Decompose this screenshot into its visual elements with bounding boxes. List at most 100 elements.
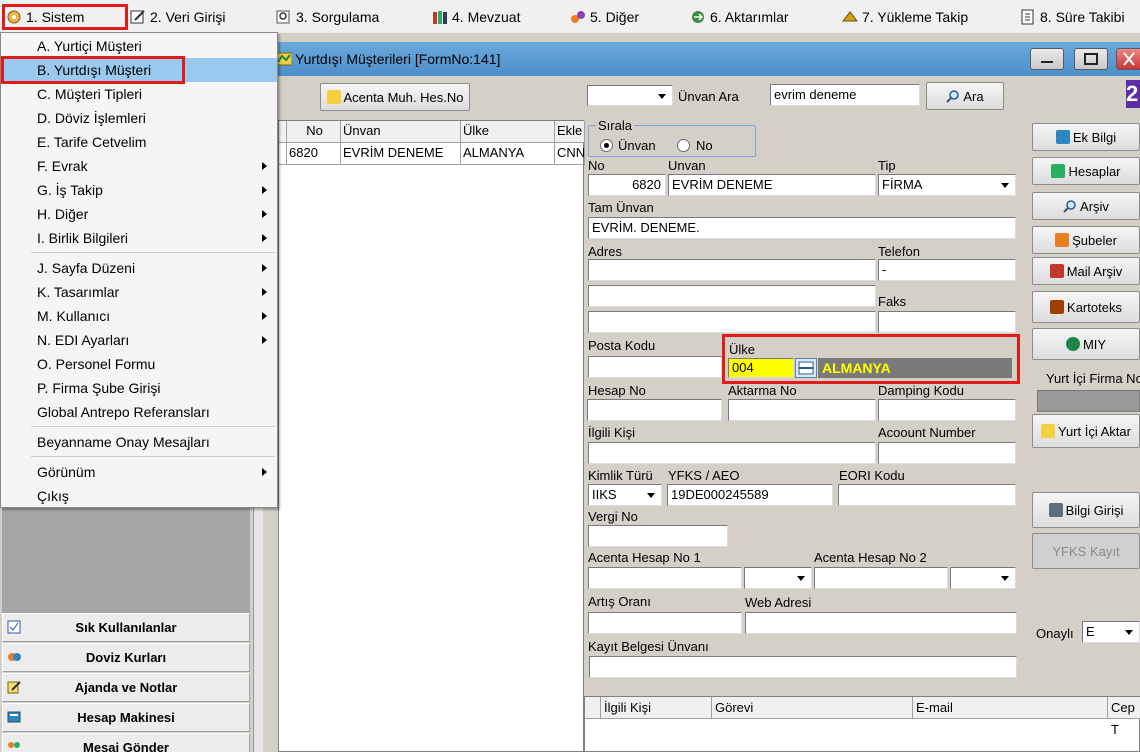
sort-unvan-radio[interactable] xyxy=(600,139,613,152)
grid-header-ekle[interactable]: Ekle xyxy=(555,121,585,143)
acenta-hesap-no-1-field[interactable] xyxy=(588,567,742,589)
telefon-field[interactable]: - xyxy=(878,259,1016,281)
menu-item-evrak[interactable]: F. Evrak xyxy=(1,154,277,178)
table-row-ulke[interactable]: ALMANYA xyxy=(461,143,555,165)
menu-sorgulama[interactable]: 3. Sorgulama xyxy=(276,5,379,29)
adres-field-3[interactable] xyxy=(588,311,876,333)
grid-header-no[interactable]: No xyxy=(287,121,341,143)
posta-kodu-field[interactable] xyxy=(588,356,722,378)
minimize-button[interactable] xyxy=(1030,48,1064,70)
hesap-no-field[interactable] xyxy=(587,399,722,421)
account-number-field[interactable] xyxy=(878,442,1016,464)
tam-unvan-field[interactable]: EVRİM. DENEME. xyxy=(588,217,1016,239)
tip-select[interactable]: FİRMA xyxy=(878,174,1016,196)
acenta-hesap-no-2-field[interactable] xyxy=(814,567,948,589)
menu-item-cikis[interactable]: Çıkış xyxy=(1,484,277,508)
table-row-unvan[interactable]: EVRİM DENEME xyxy=(341,143,461,165)
yfks-kayit-button[interactable]: YFKS Kayıt xyxy=(1032,533,1140,569)
yurt-ici-firma-no-field[interactable] xyxy=(1037,390,1140,412)
menu-item-tasarimlar[interactable]: K. Tasarımlar xyxy=(1,280,277,304)
left-scrollbar[interactable] xyxy=(253,505,263,752)
menu-item-beyanname-onay[interactable]: Beyanname Onay Mesajları xyxy=(1,430,277,454)
contacts-header-gorevi[interactable]: Görevi xyxy=(712,697,913,719)
menu-item-gorunum[interactable]: Görünüm xyxy=(1,460,277,484)
arsiv-button[interactable]: Arşiv xyxy=(1032,192,1140,220)
kartoteks-button[interactable]: Kartoteks xyxy=(1032,291,1140,323)
grid-header-unvan[interactable]: Ünvan xyxy=(341,121,461,143)
artis-orani-field[interactable] xyxy=(588,612,742,634)
search-input[interactable]: evrim deneme xyxy=(770,84,920,106)
eori-kodu-field[interactable] xyxy=(838,484,1016,506)
table-row-ekle[interactable]: CNN xyxy=(555,143,585,165)
mail-arsiv-button[interactable]: Mail Arşiv xyxy=(1032,257,1140,285)
ilgili-kisi-field[interactable] xyxy=(588,442,876,464)
acenta-muh-hes-button[interactable]: Acenta Muh. Hes.No xyxy=(320,83,470,111)
miy-button[interactable]: MIY xyxy=(1032,328,1140,360)
menu-sorgulama-label: 3. Sorgulama xyxy=(296,9,380,25)
document-icon xyxy=(1048,503,1063,517)
acenta-hesap-no-1-select[interactable] xyxy=(744,567,812,589)
vergi-no-field[interactable] xyxy=(588,525,728,547)
web-adresi-field[interactable] xyxy=(745,612,1017,634)
menu-mevzuat[interactable]: 4. Mevzuat xyxy=(432,5,520,29)
yurt-ici-aktar-button[interactable]: Yurt İçi Aktar xyxy=(1032,414,1140,448)
menu-item-is-takip[interactable]: G. İş Takip xyxy=(1,178,277,202)
yfks-aeo-field[interactable]: 19DE000245589 xyxy=(667,484,833,506)
web-adresi-label: Web Adresi xyxy=(745,595,812,610)
misc-icon xyxy=(570,9,586,25)
aktarma-no-field[interactable] xyxy=(728,399,876,421)
menu-item-edi-ayarlari[interactable]: N. EDI Ayarları xyxy=(1,328,277,352)
hesaplar-button[interactable]: Hesaplar xyxy=(1032,157,1140,185)
menu-veri-girisi[interactable]: 2. Veri Girişi xyxy=(130,5,225,29)
menu-item-sayfa-duzeni[interactable]: J. Sayfa Düzeni xyxy=(1,256,277,280)
contacts-header-email[interactable]: E-mail xyxy=(913,697,1108,719)
menu-item-doviz-islemleri[interactable]: D. Döviz İşlemleri xyxy=(1,106,277,130)
damping-kodu-field[interactable] xyxy=(878,399,1016,421)
contacts-header-ilgili[interactable]: İlgili Kişi xyxy=(601,697,712,719)
menu-item-label: Görünüm xyxy=(37,464,96,480)
menu-item-global-antrepo[interactable]: Global Antrepo Referansları xyxy=(1,400,277,424)
grid-header-ulke[interactable]: Ülke xyxy=(461,121,555,143)
ek-bilgi-button[interactable]: Ek Bilgi xyxy=(1032,123,1140,151)
menu-item-diger[interactable]: H. Diğer xyxy=(1,202,277,226)
table-row-no[interactable]: 6820 xyxy=(287,143,341,165)
no-field[interactable]: 6820 xyxy=(588,174,666,196)
sort-no-radio[interactable] xyxy=(677,139,690,152)
customer-grid[interactable]: No Ünvan Ülke Ekle 6820 EVRİM DENEME ALM… xyxy=(278,120,585,752)
maximize-button[interactable] xyxy=(1074,48,1108,70)
window-titlebar[interactable]: Yurtdışı Müşterileri [FormNo:141] xyxy=(272,42,1140,76)
menu-item-kullanici[interactable]: M. Kullanıcı xyxy=(1,304,277,328)
kayit-belgesi-field[interactable] xyxy=(589,656,1017,678)
menu-item-tarife-cetvelim[interactable]: E. Tarife Cetvelim xyxy=(1,130,277,154)
adres-field-2[interactable] xyxy=(588,285,876,307)
acenta-hesap-no-2-select[interactable] xyxy=(950,567,1016,589)
menu-item-yurtici-musteri[interactable]: A. Yurtiçi Müşteri xyxy=(1,34,277,58)
kimlik-turu-select[interactable]: IIKS xyxy=(588,484,662,506)
doviz-kurlari-button[interactable]: Doviz Kurları xyxy=(2,643,250,672)
mesaj-gonder-button[interactable]: Mesaj Gönder xyxy=(2,733,250,752)
query-icon xyxy=(276,9,292,25)
menu-item-musteri-tipleri[interactable]: C. Müşteri Tipleri xyxy=(1,82,277,106)
contacts-grid[interactable]: İlgili Kişi Görevi E-mail Cep T xyxy=(584,696,1140,752)
contacts-header-cep[interactable]: Cep T xyxy=(1108,697,1140,737)
menu-diger[interactable]: 5. Diğer xyxy=(570,5,639,29)
subeler-button[interactable]: Şubeler xyxy=(1032,226,1140,254)
menu-aktarimlar[interactable]: 6. Aktarımlar xyxy=(690,5,789,29)
menu-item-birlik-bilgileri[interactable]: I. Birlik Bilgileri xyxy=(1,226,277,250)
menu-sure-takibi[interactable]: 8. Süre Takibi xyxy=(1020,5,1125,29)
hesap-makinesi-button[interactable]: Hesap Makinesi xyxy=(2,703,250,732)
sik-kullanilanlar-button[interactable]: Sık Kullanılanlar xyxy=(2,613,250,642)
ara-button[interactable]: Ara xyxy=(926,82,1004,110)
unvan-field[interactable]: EVRİM DENEME xyxy=(668,174,876,196)
menu-item-personel-formu[interactable]: O. Personel Formu xyxy=(1,352,277,376)
adres-field-1[interactable] xyxy=(588,259,876,281)
menu-yukleme-takip[interactable]: 7. Yükleme Takip xyxy=(841,5,968,29)
ajanda-notlar-button[interactable]: Ajanda ve Notlar xyxy=(2,673,250,702)
hesaplar-label: Hesaplar xyxy=(1068,163,1121,179)
menu-item-firma-sube-girisi[interactable]: P. Firma Şube Girişi xyxy=(1,376,277,400)
close-button[interactable] xyxy=(1116,48,1140,70)
bilgi-girisi-button[interactable]: Bilgi Girişi xyxy=(1032,492,1140,528)
faks-field[interactable] xyxy=(878,311,1016,333)
search-field-select[interactable] xyxy=(587,85,673,106)
onayli-select[interactable]: E xyxy=(1082,621,1140,643)
